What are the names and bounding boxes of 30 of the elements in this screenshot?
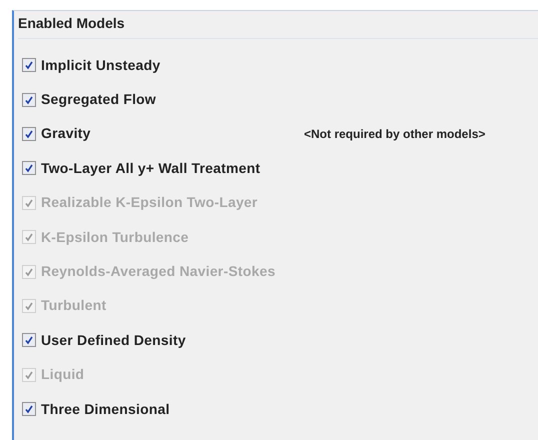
checkbox-label: Two-Layer All y+ Wall Treatment xyxy=(41,158,262,178)
checkbox-label: User Defined Density xyxy=(41,330,187,350)
checkbox[interactable] xyxy=(22,126,36,141)
checkbox-label: Reynolds-Averaged Navier-Stokes xyxy=(41,262,276,282)
checkbox[interactable] xyxy=(22,92,36,107)
check-icon xyxy=(24,128,34,139)
check-icon xyxy=(24,266,34,277)
checkbox[interactable] xyxy=(22,58,36,72)
checkbox[interactable] xyxy=(22,333,36,348)
checkbox[interactable] xyxy=(22,161,36,176)
panel-title: Enabled Models xyxy=(18,14,125,33)
check-icon xyxy=(24,370,34,380)
check-icon xyxy=(24,335,34,346)
checkbox-label: Realizable K-Epsilon Two-Layer xyxy=(41,193,259,212)
checkbox-label: Turbulent xyxy=(41,296,108,316)
checkbox-label: Liquid xyxy=(41,365,86,384)
checkbox-label: Three Dimensional xyxy=(41,400,171,419)
checkbox-label: Segregated Flow xyxy=(41,90,158,110)
check-icon xyxy=(24,300,34,311)
check-icon xyxy=(24,198,34,208)
checkbox[interactable] xyxy=(22,402,36,416)
note-text: <Not required by other models> xyxy=(304,126,486,143)
check-icon xyxy=(24,163,34,174)
check-icon xyxy=(24,94,34,105)
check-icon xyxy=(24,60,34,70)
checkbox-label: Gravity xyxy=(41,124,92,144)
check-icon xyxy=(24,232,34,242)
check-icon xyxy=(24,404,34,414)
checkbox-label: K-Epsilon Turbulence xyxy=(41,228,190,247)
checkbox-label: Implicit Unsteady xyxy=(41,56,162,75)
